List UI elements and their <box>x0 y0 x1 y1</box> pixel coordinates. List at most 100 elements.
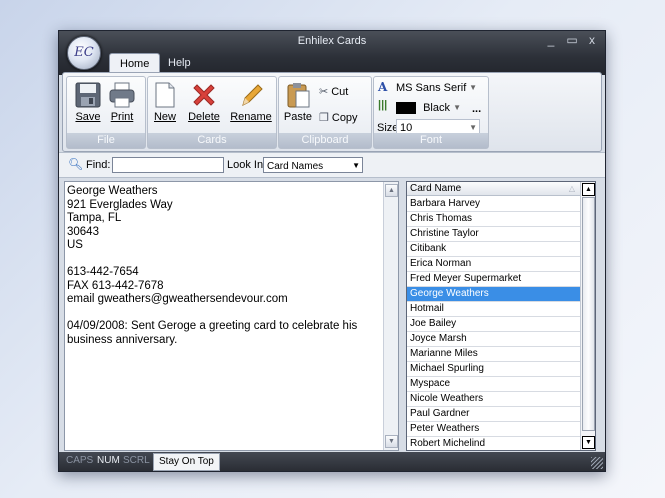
group-label-font: Font <box>374 133 488 148</box>
magnifier-icon: 🔍︎ <box>68 157 84 171</box>
look-in-label: Look In: <box>227 159 267 171</box>
scroll-down-arrow-icon[interactable]: ▼ <box>385 435 398 448</box>
column-header-label: Card Name <box>410 183 462 194</box>
list-item[interactable]: Michael Spurling <box>407 362 581 377</box>
card-text-editor[interactable]: George Weathers 921 Everglades Way Tampa, … <box>64 181 399 451</box>
list-item[interactable]: Nicole Weathers <box>407 392 581 407</box>
list-item[interactable]: Joe Bailey <box>407 317 581 332</box>
list-item[interactable]: Hotmail <box>407 302 581 317</box>
delete-x-icon <box>193 84 215 106</box>
printer-icon <box>109 82 135 108</box>
paste-label: Paste <box>283 111 313 123</box>
card-list-body: Barbara Harvey Chris Thomas Christine Tayl… <box>407 197 581 450</box>
text-scrollbar[interactable]: ▲ ▼ <box>383 182 398 450</box>
print-button[interactable]: Print <box>107 81 137 123</box>
caps-indicator: CAPS <box>66 455 94 466</box>
list-item[interactable]: Barbara Harvey <box>407 197 581 212</box>
list-item[interactable]: Robert Michelind <box>407 437 581 450</box>
cut-button[interactable]: ✂ Cut <box>319 85 349 99</box>
print-label: Print <box>110 111 134 123</box>
card-text-line: George Weathers <box>67 185 158 197</box>
copy-icon: ❐ <box>319 112 329 124</box>
list-item[interactable]: Citibank <box>407 242 581 257</box>
scroll-up-arrow-icon[interactable]: ▲ <box>385 184 398 197</box>
tab-home[interactable]: Home <box>109 53 161 74</box>
ribbon-group-clipboard: Paste ✂ Cut ❐ Copy Clipboard <box>278 76 372 149</box>
find-label: Find: <box>86 159 111 171</box>
card-text-content: George Weathers 921 Everglades Way Tampa, … <box>67 185 396 347</box>
card-text-line: 04/09/2008: Sent Geroge a greeting card … <box>67 320 358 332</box>
stay-on-top-button[interactable]: Stay On Top <box>153 453 220 471</box>
copy-button[interactable]: ❐ Copy <box>319 111 358 125</box>
app-window: EC Enhilex Cards _ ▭ x Home Help Save Pr… <box>58 30 606 472</box>
scrl-indicator: SCRL <box>123 455 150 466</box>
look-in-value: Card Names <box>267 161 324 172</box>
tab-help[interactable]: Help <box>158 53 201 73</box>
scroll-up-arrow-icon[interactable]: ▲ <box>582 183 595 196</box>
group-label-cards: Cards <box>148 133 276 148</box>
cut-label: Cut <box>331 85 349 98</box>
paste-button[interactable]: Paste <box>283 81 313 123</box>
card-text-line: FAX 613-442-7678 <box>67 279 164 292</box>
list-scrollbar[interactable]: ▲ ▼ <box>580 182 595 450</box>
new-label: New <box>153 111 176 123</box>
minimize-button[interactable]: _ <box>543 33 559 47</box>
card-list: Card Name △ Barbara Harvey Chris Thomas Ch… <box>406 181 596 451</box>
list-item[interactable]: Myspace <box>407 377 581 392</box>
font-name-value: MS Sans Serif <box>396 82 467 94</box>
resize-grip-icon[interactable] <box>591 457 603 469</box>
font-more-button[interactable]: ... <box>472 103 481 115</box>
card-text-line <box>67 307 396 321</box>
card-text-line <box>67 253 396 267</box>
font-color-select[interactable]: Black ▼ <box>392 99 464 115</box>
list-item[interactable]: Marianne Miles <box>407 347 581 362</box>
chevron-down-icon: ▼ <box>453 103 461 112</box>
delete-label: Delete <box>188 111 220 123</box>
card-text-line: business anniversary. <box>67 333 178 346</box>
title-bar: EC Enhilex Cards _ ▭ x Home Help <box>59 31 605 75</box>
app-logo-text: EC <box>74 45 94 60</box>
color-pencils-icon: ||| <box>378 99 388 111</box>
group-label-file: File <box>67 133 145 148</box>
scroll-thumb[interactable] <box>582 197 595 431</box>
card-text-line: Tampa, FL <box>67 212 122 224</box>
delete-button[interactable]: Delete <box>186 81 222 123</box>
list-item[interactable]: Paul Gardner <box>407 407 581 422</box>
ribbon: Save Print File New Delete Rename Cards … <box>62 72 602 152</box>
save-button[interactable]: Save <box>73 81 103 123</box>
window-title: Enhilex Cards <box>297 35 367 47</box>
look-in-select[interactable]: Card Names ▼ <box>263 157 363 173</box>
status-bar: CAPS NUM SCRL Stay On Top <box>59 452 605 471</box>
find-bar: 🔍︎ Find: Look In: Card Names ▼ <box>59 152 605 178</box>
list-item[interactable]: Joyce Marsh <box>407 332 581 347</box>
new-button[interactable]: New <box>152 81 178 123</box>
chevron-down-icon: ▼ <box>352 161 360 170</box>
pencil-icon <box>242 84 263 106</box>
color-swatch <box>396 102 416 115</box>
close-button[interactable]: x <box>584 33 600 47</box>
column-header-card-name[interactable]: Card Name △ <box>407 182 581 196</box>
scroll-down-arrow-icon[interactable]: ▼ <box>582 436 595 449</box>
list-item[interactable]: Chris Thomas <box>407 212 581 227</box>
list-item[interactable]: George Weathers <box>407 287 581 302</box>
ribbon-group-cards: New Delete Rename Cards <box>147 76 277 149</box>
num-indicator: NUM <box>97 455 120 466</box>
card-text-line: 613-442-7654 <box>67 266 139 278</box>
maximize-button[interactable]: ▭ <box>564 33 580 47</box>
font-color-value: Black <box>423 102 450 114</box>
copy-label: Copy <box>331 111 358 124</box>
rename-button[interactable]: Rename <box>230 81 272 123</box>
ribbon-group-font: A MS Sans Serif ▼ ||| Black ▼ ... Size 1… <box>373 76 489 149</box>
save-icon <box>75 82 101 108</box>
list-item[interactable]: Peter Weathers <box>407 422 581 437</box>
list-item[interactable]: Christine Taylor <box>407 227 581 242</box>
find-input[interactable] <box>112 157 224 173</box>
list-item[interactable]: Erica Norman <box>407 257 581 272</box>
scissors-icon: ✂ <box>319 86 329 98</box>
font-name-select[interactable]: MS Sans Serif ▼ <box>392 79 480 95</box>
ribbon-group-file: Save Print File <box>66 76 146 149</box>
new-document-icon <box>155 82 175 108</box>
card-text-line: US <box>67 239 83 251</box>
card-text-line: email gweathers@gweathersendevour.com <box>67 293 288 305</box>
list-item[interactable]: Fred Meyer Supermarket <box>407 272 581 287</box>
